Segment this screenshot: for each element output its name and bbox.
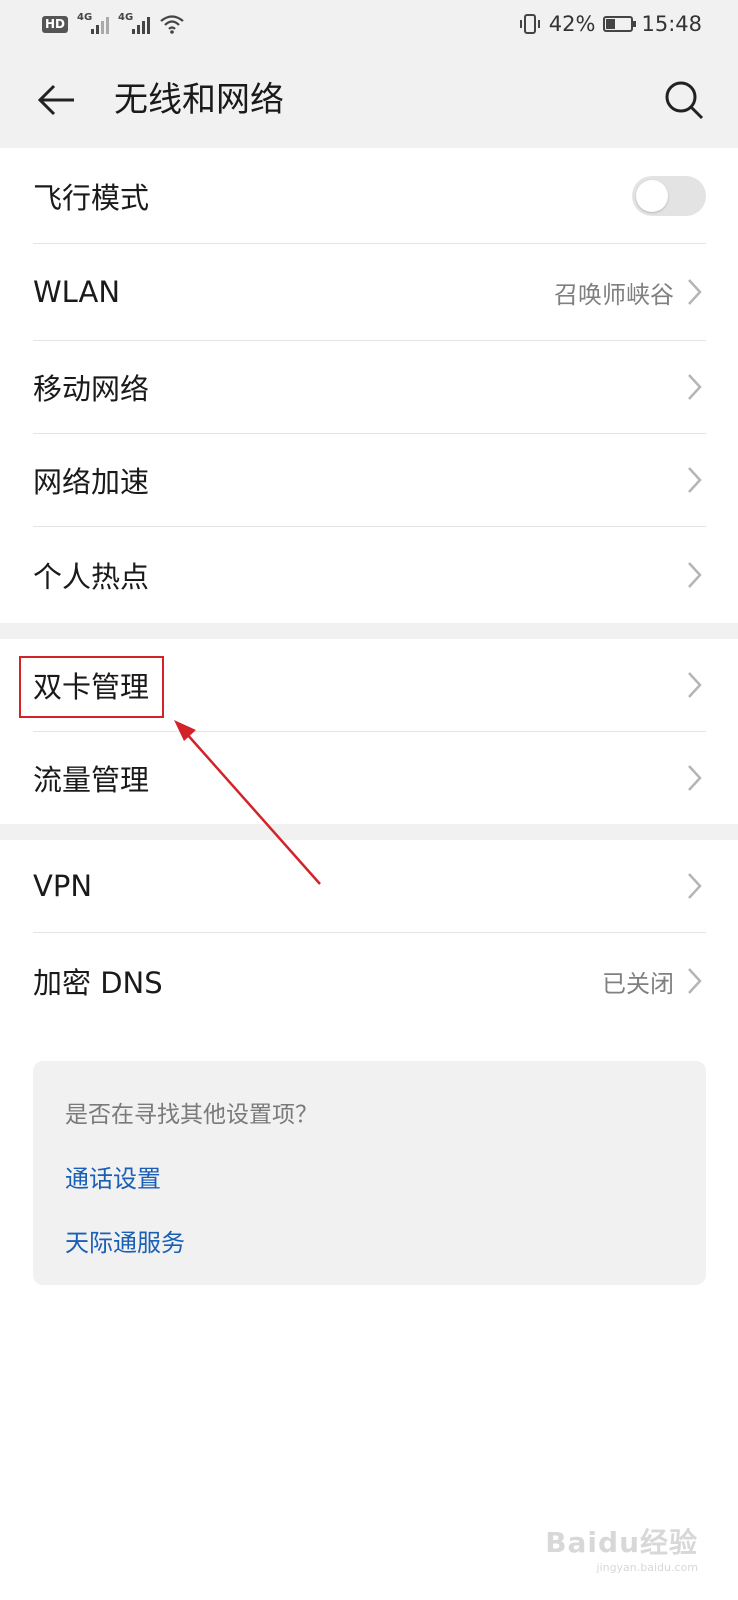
network-acceleration-row[interactable]: 网络加速: [33, 434, 706, 526]
battery-icon: [603, 16, 637, 32]
annotation-highlight-box: [19, 656, 164, 718]
mobile-network-row[interactable]: 移动网络: [33, 341, 706, 433]
skytone-service-link[interactable]: 天际通服务: [65, 1223, 185, 1258]
chevron-right-icon: [688, 765, 702, 791]
toggle-knob: [636, 180, 668, 212]
row-label: 加密 DNS: [33, 966, 163, 1000]
chevron-right-icon: [688, 968, 702, 994]
back-arrow-icon[interactable]: [34, 78, 78, 122]
chevron-right-icon: [688, 873, 702, 899]
app-bar: 无线和网络: [0, 52, 738, 148]
chevron-right-icon: [688, 562, 702, 588]
call-settings-link[interactable]: 通话设置: [65, 1159, 161, 1194]
sim2-signal-icon: 4G: [118, 12, 151, 34]
airplane-mode-row[interactable]: 飞行模式: [33, 148, 706, 244]
suggestions-question: 是否在寻找其他设置项？: [65, 1102, 318, 1128]
encrypted-dns-row[interactable]: 加密 DNS 已关闭: [33, 933, 706, 1029]
search-icon[interactable]: [662, 78, 706, 122]
row-label: 网络加速: [33, 465, 150, 499]
row-label: WLAN: [33, 275, 121, 309]
clock: 15:48: [641, 12, 702, 36]
row-label: 流量管理: [33, 763, 150, 797]
section-gap: [0, 623, 738, 639]
watermark-logo: Baidu经验 jingyan.baidu.com: [545, 1526, 698, 1574]
encrypted-dns-status: 已关闭: [602, 969, 674, 998]
vpn-row[interactable]: VPN: [33, 840, 706, 932]
chevron-right-icon: [688, 672, 702, 698]
status-bar: HD 4G 4G 42% 15:48: [0, 0, 738, 52]
airplane-mode-toggle[interactable]: [632, 176, 706, 216]
vibrate-icon: [519, 14, 540, 34]
personal-hotspot-row[interactable]: 个人热点: [33, 527, 706, 623]
suggestions-card: 是否在寻找其他设置项？ 通话设置 天际通服务: [33, 1061, 706, 1285]
status-right: 42% 15:48: [519, 12, 702, 36]
section-gap: [0, 824, 738, 840]
chevron-right-icon: [688, 467, 702, 493]
page-title: 无线和网络: [114, 80, 284, 120]
wifi-icon: [160, 15, 184, 34]
wlan-row[interactable]: WLAN 召唤师峡谷: [33, 244, 706, 340]
chevron-right-icon: [688, 374, 702, 400]
row-label: 移动网络: [33, 372, 150, 406]
wlan-network-name: 召唤师峡谷: [554, 280, 674, 309]
row-label: 飞行模式: [33, 181, 150, 215]
chevron-right-icon: [688, 279, 702, 305]
row-label: VPN: [33, 869, 93, 903]
sim1-signal-icon: 4G: [77, 12, 110, 34]
battery-level: [606, 19, 616, 29]
hd-voice-badge: HD: [42, 15, 69, 33]
data-usage-row[interactable]: 流量管理: [33, 732, 706, 824]
battery-percent: 42%: [548, 12, 596, 36]
row-label: 个人热点: [33, 560, 150, 594]
status-left: HD 4G 4G: [42, 12, 185, 34]
